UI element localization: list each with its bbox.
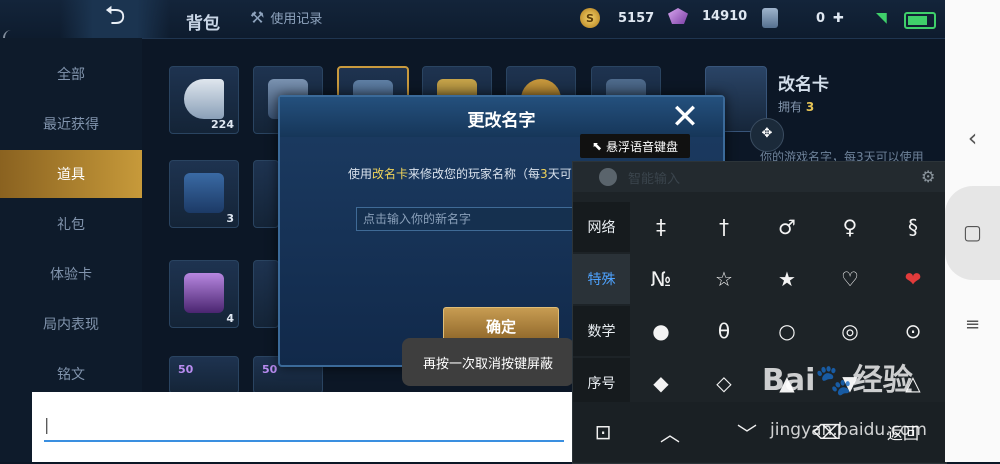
battery-icon	[904, 12, 936, 29]
badge-value: 50	[178, 363, 194, 376]
symbol-key[interactable]: ◎	[819, 306, 881, 356]
ime-input-bar: |	[32, 392, 572, 462]
symbol-key[interactable]: ‡	[630, 202, 692, 252]
baidu-watermark: Bai🐾经验	[762, 363, 913, 398]
symbol-key[interactable]: ♡	[819, 254, 881, 304]
symbol-key[interactable]: ●	[630, 306, 692, 356]
card-counter: 0 ✚	[762, 8, 844, 28]
item-slot-badge-1[interactable]: 50	[169, 356, 239, 394]
sidebar-item-performance[interactable]: 局内表现	[0, 302, 142, 346]
nav-back-icon[interactable]: ‹	[945, 124, 1000, 152]
gold-counter: S 5157	[580, 8, 654, 28]
category-math[interactable]: 数学	[573, 306, 630, 356]
sidebar-item-trial[interactable]: 体验卡	[0, 252, 142, 296]
voice-keyboard-label: 悬浮语音键盘	[606, 139, 679, 154]
symbol-key[interactable]: ⊙	[882, 306, 944, 356]
symbol-key[interactable]: ☆	[693, 254, 755, 304]
symbol-key[interactable]: ★	[756, 254, 818, 304]
symbol-key[interactable]: ◇	[693, 358, 755, 408]
dialog-title: 更改名字	[467, 111, 536, 131]
symbol-key[interactable]: ❤	[882, 254, 944, 304]
diamond-counter: 14910	[668, 8, 747, 24]
gear-icon[interactable]: ⚙	[921, 167, 935, 186]
symbol-key[interactable]: №	[630, 254, 692, 304]
item-count: 224	[211, 118, 234, 131]
symbol-key[interactable]: ♀	[819, 202, 881, 252]
megaphone-icon	[184, 79, 224, 119]
symbol-key[interactable]: †	[693, 202, 755, 252]
category-ordinal[interactable]: 序号	[573, 358, 630, 408]
item-count: 4	[226, 312, 234, 325]
sidebar-item-recent[interactable]: 最近获得	[0, 102, 142, 146]
sidebar-item-gift[interactable]: 礼包	[0, 202, 142, 246]
symbol-key[interactable]: ♂	[756, 202, 818, 252]
keyboard-brand: 智能输入	[628, 172, 681, 187]
page-down-icon[interactable]: ﹀	[725, 412, 769, 452]
gold-value: 5157	[618, 10, 655, 26]
double-coin-icon	[184, 173, 224, 213]
card-icon	[762, 8, 778, 28]
diamond-value: 14910	[702, 8, 748, 24]
symbol-key[interactable]: ○	[756, 306, 818, 356]
item-slot-crystal[interactable]: 4	[169, 260, 239, 328]
item-slot-partial[interactable]	[253, 160, 279, 228]
nav-menu-icon[interactable]: ≡	[945, 314, 1000, 335]
item-slot-double-coin[interactable]: 3	[169, 160, 239, 228]
add-icon[interactable]: ✚	[833, 11, 844, 26]
page-title: 背包	[186, 14, 220, 34]
sidebar-item-all[interactable]: 全部	[0, 52, 142, 96]
back-arrow-icon: ⮌	[104, 1, 126, 31]
keyboard-logo-icon[interactable]	[599, 168, 617, 186]
history-link[interactable]: ⚒ 使用记录	[250, 8, 322, 27]
item-count: 3	[226, 212, 234, 225]
symbol-key[interactable]: §	[882, 202, 944, 252]
symbol-key[interactable]: θ	[693, 306, 755, 356]
symbol-keyboard: 智能输入 ⚙ 网络 特殊 数学 序号 ‡ † ♂ ♀ § № ☆ ★ ♡ ❤ ●…	[572, 161, 947, 464]
new-name-input[interactable]: 点击输入你的新名字	[356, 207, 596, 231]
ime-text-field[interactable]: |	[44, 412, 564, 442]
sidebar-item-props[interactable]: 道具	[0, 150, 142, 198]
item-slot-megaphone[interactable]: 224	[169, 66, 239, 134]
crystal-icon	[184, 273, 224, 313]
history-label: 使用记录	[270, 12, 323, 27]
sidebar-item-inscription[interactable]: 铭文	[0, 352, 142, 396]
item-slot-flower[interactable]	[253, 260, 279, 328]
system-nav-bar: ‹ ▢ ≡	[945, 0, 1000, 462]
wifi-icon: ◥	[876, 10, 887, 26]
detail-owned: 拥有 3	[778, 100, 815, 114]
floating-voice-keyboard-button[interactable]: ⬉ 悬浮语音键盘	[580, 134, 690, 158]
arrow-icon: ⬉	[591, 139, 603, 153]
lock-icon[interactable]: ⊡	[583, 412, 623, 452]
gold-coin-icon: S	[580, 8, 600, 28]
move-handle-icon[interactable]: ✥	[750, 118, 784, 152]
toast-message: 再按一次取消按键屏蔽	[402, 338, 574, 386]
back-button[interactable]: ⮌	[60, 0, 170, 38]
card-value: 0	[816, 10, 826, 26]
diamond-icon	[668, 8, 688, 24]
symbol-key[interactable]: ◆	[630, 358, 692, 408]
badge-value: 50	[262, 363, 278, 376]
page-up-icon[interactable]: ︿	[648, 412, 692, 452]
nav-home-icon[interactable]: ▢	[945, 220, 1000, 244]
paw-icon: 🐾	[815, 363, 853, 398]
detail-item-name: 改名卡	[778, 75, 829, 95]
category-network[interactable]: 网络	[573, 202, 630, 252]
watermark-url: jingyan.baidu.com	[770, 420, 927, 440]
close-icon[interactable]: ✕	[668, 99, 702, 135]
broom-icon: ⚒	[250, 8, 265, 27]
dialog-message: 使用改名卡来修改您的玩家名称（每3天可	[348, 167, 572, 181]
category-special[interactable]: 特殊	[573, 254, 630, 304]
